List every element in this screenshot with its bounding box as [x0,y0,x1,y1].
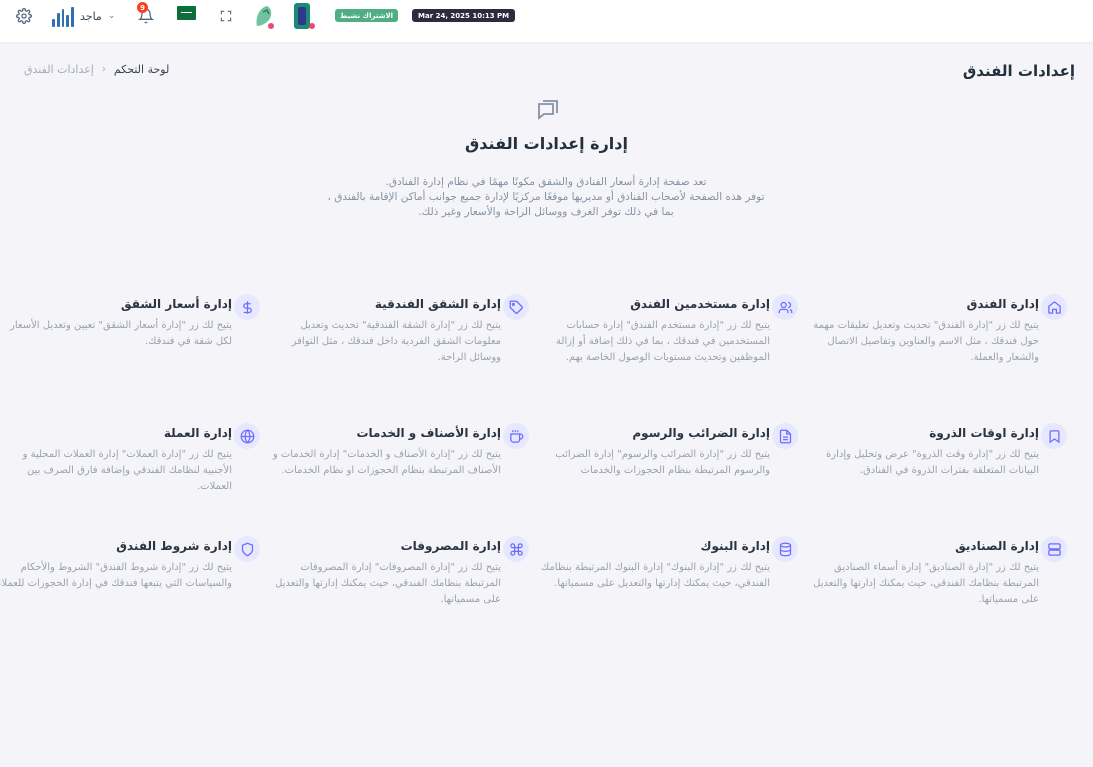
breadcrumb: إعدادات الفندق › لوحة التحكم [24,63,169,76]
hero-desc-line: تعد صفحة إدارة أسعار الفنادق والشقق مكون… [385,176,707,188]
card-title: إدارة مستخدمين الفندق [630,297,770,311]
datetime-badge: Mar 24, 2025 10:13 PM [412,9,516,22]
bookmark-icon [1041,423,1067,449]
card-title: إدارة المصروفات [400,539,501,553]
settings-card-items-services[interactable]: إدارة الأصناف و الخدمات يتيح لك زر "إدار… [261,423,529,479]
breadcrumb-home-link[interactable]: لوحة التحكم [114,63,169,76]
settings-card-apartments[interactable]: إدارة الشقق الفندقية يتيح لك زر "إدارة ا… [261,294,529,366]
card-description: يتيح لك زر "إدارة مستخدم الفندق" إدارة ح… [556,320,770,363]
card-title: إدارة الأصناف و الخدمات [356,426,501,440]
card-description: يتيح لك زر "إدارة أسعار الشقق" تعيين وتع… [10,320,232,347]
card-description: يتيح لك زر "إدارة الصناديق" إدارة أسماء … [813,562,1039,605]
shield-icon [234,536,260,562]
settings-card-hotel-users[interactable]: إدارة مستخدمين الفندق يتيح لك زر "إدارة … [530,294,798,366]
card-description: يتيح لك زر "إدارة الضرائب والرسوم" إدارة… [555,449,770,476]
mascot-logo [292,1,318,31]
card-description: يتيح لك زر "إدارة المصروفات" إدارة المصر… [275,562,501,605]
breadcrumb-separator: › [101,64,106,75]
card-title: إدارة أسعار الشقق [120,297,232,311]
chevron-down-icon: ⌄ [107,11,116,21]
dollar-icon [234,294,260,320]
breadcrumb-current: إعدادات الفندق [24,63,94,76]
card-description: يتيح لك زر "إدارة الفندق" تحديث وتعديل ت… [813,320,1039,363]
settings-card-hotel[interactable]: إدارة الفندق يتيح لك زر "إدارة الفندق" ت… [799,294,1067,366]
card-description: يتيح لك زر "إدارة الشقة الفندقية" تحديث … [291,320,501,363]
tag-icon [503,294,529,320]
hero-title: إدارة إعدادات الفندق [465,134,628,153]
user-logo [50,5,76,27]
settings-card-banks[interactable]: إدارة البنوك يتيح لك زر "إدارة البنوك" إ… [530,536,798,592]
notifications-button[interactable]: 9 [133,0,159,32]
settings-card-currency[interactable]: إدارة العملة يتيح لك زر "إدارة العملات" … [0,423,260,495]
settings-card-taxes[interactable]: إدارة الضرائب والرسوم يتيح لك زر "إدارة … [530,423,798,479]
card-title: إدارة الفندق [966,297,1039,311]
command-icon [503,536,529,562]
fullscreen-icon[interactable] [217,0,235,32]
card-title: إدارة الصناديق [955,539,1039,553]
card-description: يتيح لك زر "إدارة البنوك" إدارة البنوك ا… [540,562,770,589]
hero-desc-line: توفر هذه الصفحة لأصحاب الفنادق أو مديريه… [327,191,765,203]
settings-card-peak-times[interactable]: إدارة اوقات الذروة يتيح لك زر "إدارة وقت… [799,423,1067,479]
user-name: ماجد [80,9,102,23]
hero-description: تعد صفحة إدارة أسعار الفنادق والشقق مكون… [246,175,846,220]
card-title: إدارة شروط الفندق [116,539,232,553]
card-title: إدارة البنوك [700,539,771,553]
card-title: إدارة اوقات الذروة [929,426,1039,440]
settings-card-apartment-prices[interactable]: إدارة أسعار الشقق يتيح لك زر "إدارة أسعا… [0,294,260,350]
notification-count-badge: 9 [137,2,148,13]
settings-card-expenses[interactable]: إدارة المصروفات يتيح لك زر "إدارة المصرو… [261,536,529,608]
card-description: يتيح لك زر "إدارة العملات" إدارة العملات… [22,449,232,492]
gear-icon[interactable] [14,0,34,32]
subscription-status-badge: الاشتراك نشيط [335,9,399,22]
chat-icon [538,100,558,120]
home-icon [1041,294,1067,320]
card-title: إدارة الشقق الفندقية [374,297,501,311]
card-description: يتيح لك زر "إدارة الأصناف و الخدمات" إدا… [272,449,501,476]
mascot-logo [251,2,279,30]
coffee-cup-icon [503,423,529,449]
server-icon [1041,536,1067,562]
card-title: إدارة العملة [163,426,232,440]
saudi-flag-icon[interactable] [177,6,196,20]
hero-desc-line: بما في ذلك توفر الغرف ووسائل الراحة والأ… [418,206,674,218]
top-navbar: ماجد ⌄ 9 الاشتراك نشيط Mar 24, 2025 10:1… [0,0,1093,42]
user-menu[interactable]: ماجد ⌄ [50,0,115,32]
globe-icon [234,423,260,449]
page-title: إعدادات الفندق [962,62,1075,80]
card-title: إدارة الضرائب والرسوم [632,426,770,440]
database-icon [772,536,798,562]
document-icon [772,423,798,449]
settings-card-hotel-terms[interactable]: إدارة شروط الفندق يتيح لك زر "إدارة شروط… [0,536,260,592]
settings-card-cash-boxes[interactable]: إدارة الصناديق يتيح لك زر "إدارة الصنادي… [799,536,1067,608]
card-description: يتيح لك زر "إدارة شروط الفندق" الشروط وا… [0,562,232,589]
card-description: يتيح لك زر "إدارة وقت الذروة" عرض وتحليل… [826,449,1039,476]
users-icon [772,294,798,320]
